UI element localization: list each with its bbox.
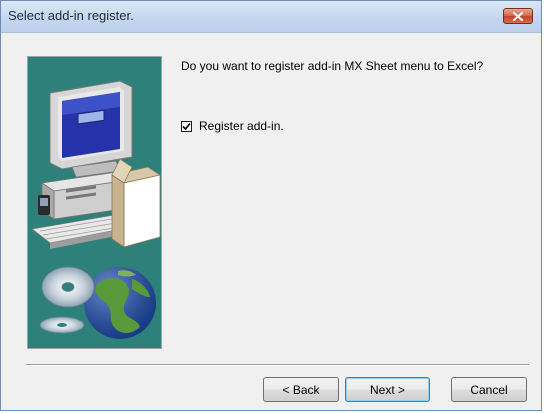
dialog-window: Select add-in register. Do you want to r… [0, 0, 542, 411]
setup-illustration [27, 56, 162, 349]
register-addin-checkbox[interactable] [181, 120, 192, 132]
computer-cd-globe-icon [31, 80, 161, 339]
window-title: Select add-in register. [8, 8, 134, 23]
next-button[interactable]: Next > [345, 377, 430, 402]
back-button[interactable]: < Back [263, 377, 339, 402]
register-addin-label: Register add-in. [199, 119, 284, 133]
register-addin-checkbox-row[interactable]: Register add-in. [181, 119, 284, 133]
button-separator [26, 364, 529, 366]
question-text: Do you want to register add-in MX Sheet … [181, 59, 484, 73]
close-button[interactable] [503, 8, 533, 24]
dialog-body: Do you want to register add-in MX Sheet … [1, 33, 541, 410]
title-bar[interactable]: Select add-in register. [1, 1, 541, 33]
cancel-button[interactable]: Cancel [451, 377, 527, 402]
close-icon [513, 11, 523, 21]
checkmark-icon [182, 122, 191, 130]
